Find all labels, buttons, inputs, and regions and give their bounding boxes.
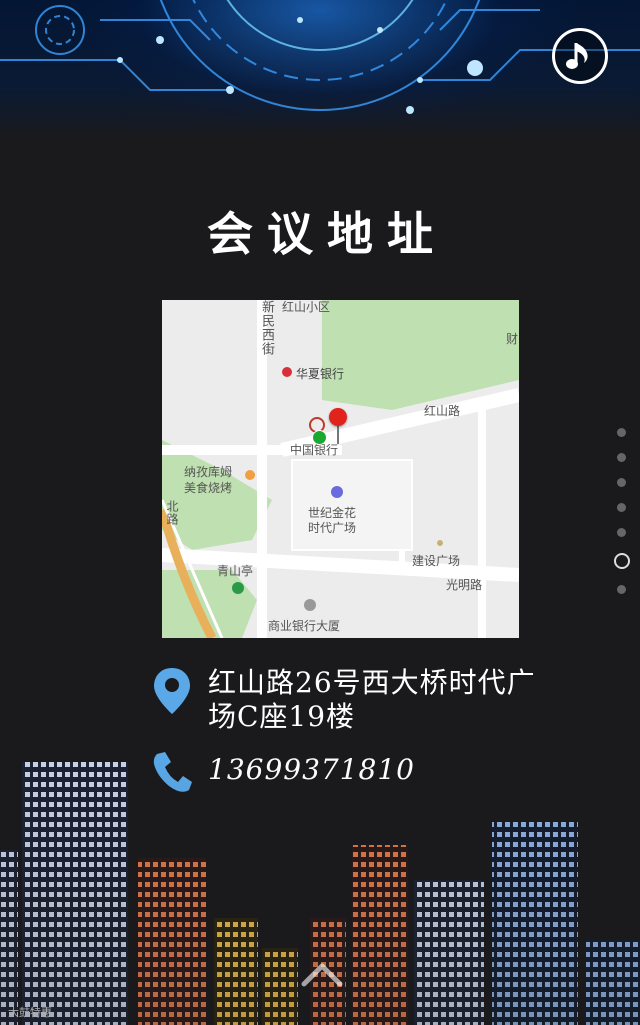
map-label-hongshan-road: 红山路 (424, 404, 461, 418)
current-location-icon (312, 430, 327, 445)
map-label-hongshan-xiaoqu: 红山小区 (282, 300, 331, 314)
map-label-huaxia-bank: 华夏银行 (296, 367, 345, 381)
map-label-restaurant-2: 美食烧烤 (184, 481, 233, 495)
map-label-jianshe-square: 建设广场 (412, 554, 461, 568)
location-pin-icon[interactable] (329, 408, 347, 426)
page-dot[interactable] (616, 478, 626, 487)
map-label-guangming-road: 光明路 (446, 578, 483, 592)
map-label-bank-of-china: 中国银行 (290, 443, 339, 457)
watermark: 大鼓特惠 (8, 1007, 52, 1019)
page-title: 会议地址 (207, 207, 447, 261)
tech-circuit-graphic (0, 0, 640, 114)
swipe-up-arrow-icon[interactable] (300, 958, 344, 992)
music-toggle-button[interactable] (552, 28, 608, 84)
music-note-icon (566, 43, 588, 69)
page-dot[interactable] (616, 503, 626, 512)
map-label-century-plaza-2: 时代广场 (308, 521, 357, 535)
map-label-cai: 财 (506, 332, 519, 346)
map-label-restaurant: 纳孜库姆 (184, 465, 233, 479)
map-label-xinmin-xijie: 新民西街 (260, 300, 275, 356)
address-row[interactable]: 红山路26号西大桥时代广场C座19楼 (150, 666, 538, 734)
page-dot[interactable] (616, 428, 626, 437)
map-label-commercial-bank: 商业银行大厦 (268, 619, 341, 633)
location-marker-icon (150, 666, 194, 716)
location-map[interactable]: 红山小区 新民西街 华夏银行 红山路 中国银行 纳孜库姆 美食烧烤 世纪金花 时… (162, 300, 519, 638)
page-dot[interactable] (616, 453, 626, 462)
map-label-qingshan-pavilion: 青山亭 (217, 564, 254, 578)
address-text: 红山路26号西大桥时代广场C座19楼 (208, 666, 536, 733)
page-dot[interactable] (616, 528, 626, 537)
page-indicator (614, 428, 630, 610)
page-dot-active[interactable] (614, 553, 630, 569)
page-dot[interactable] (616, 585, 626, 594)
header-banner (0, 0, 640, 140)
map-pin-stick (337, 424, 339, 444)
map-label-bei-road: 北路 (165, 500, 179, 526)
